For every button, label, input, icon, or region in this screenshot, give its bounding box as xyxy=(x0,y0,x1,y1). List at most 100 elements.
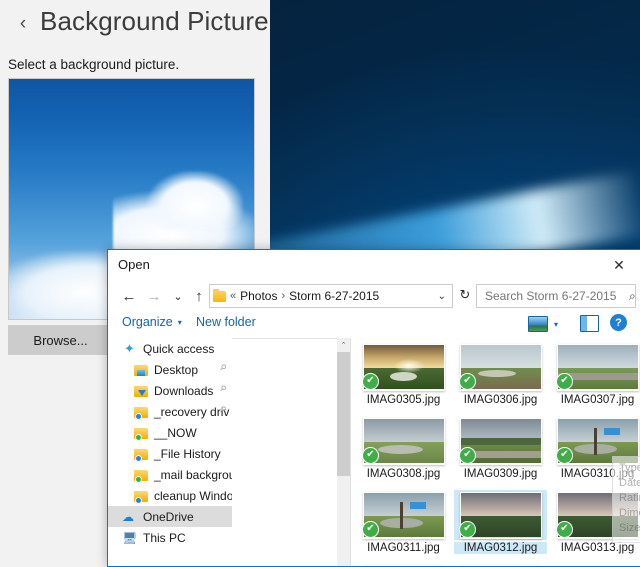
file-tile[interactable]: ✔ IMAG0310.jpg xyxy=(551,416,640,488)
sidebar-item-file-history[interactable]: _File History xyxy=(108,443,232,464)
breadcrumb-overflow[interactable]: « xyxy=(230,290,236,302)
sidebar-item-label: OneDrive xyxy=(143,509,194,524)
address-breadcrumb-bar[interactable]: « Photos › Storm 6-27-2015 ⌄ xyxy=(209,284,453,308)
chevron-down-icon[interactable]: ⌄ xyxy=(438,291,446,302)
file-name-label: IMAG0306.jpg xyxy=(463,394,538,406)
file-tile[interactable]: ✔ IMAG0308.jpg xyxy=(357,416,450,488)
folder-blue-icon xyxy=(134,449,148,462)
preview-pane-icon[interactable] xyxy=(580,315,599,332)
thumbnail-wrapper: ✔ xyxy=(551,416,640,466)
checkmark-icon[interactable]: ✔ xyxy=(459,373,476,390)
back-arrow-icon[interactable]: ← xyxy=(118,285,140,307)
sidebar-item-label: This PC xyxy=(143,530,186,545)
navigation-sidebar: ✦ Quick access Desktop ⚲ Downloads ⚲ _recovery… xyxy=(108,338,232,566)
sidebar-item-quick-access[interactable]: ✦ Quick access xyxy=(108,338,232,359)
sidebar-item-now[interactable]: __NOW xyxy=(108,422,232,443)
file-tile[interactable]: ✔ IMAG0307.jpg xyxy=(551,342,640,414)
thumbnail-wrapper: ✔ xyxy=(357,342,450,392)
folder-downloads-icon xyxy=(134,386,148,397)
file-tile[interactable]: ✔IMAG0315.jpg xyxy=(454,564,547,566)
file-tile[interactable]: ✔ IMAG0311.jpg xyxy=(357,490,450,562)
navigation-row: ← → ⌄ ↑ « Photos › Storm 6-27-2015 ⌄ ↻ ⌕ xyxy=(108,281,640,311)
file-thumbnail xyxy=(459,565,542,566)
checkmark-icon[interactable]: ✔ xyxy=(459,447,476,464)
breadcrumb-photos[interactable]: Photos xyxy=(240,289,277,303)
folder-sync-icon xyxy=(134,428,148,441)
breadcrumb-separator: › xyxy=(281,290,286,302)
file-name-label: IMAG0313.jpg xyxy=(560,542,635,554)
sidebar-item-this-pc[interactable]: 🖥 This PC xyxy=(108,527,232,548)
help-icon[interactable]: ? xyxy=(610,314,627,331)
sidebar-item-label: _mail background xyxy=(154,467,232,482)
file-name-label: IMAG0311.jpg xyxy=(367,542,440,554)
file-thumbnail xyxy=(362,565,445,566)
breadcrumb-current-folder[interactable]: Storm 6-27-2015 xyxy=(289,289,379,303)
thumbnail-wrapper: ✔ xyxy=(551,342,640,392)
pin-icon[interactable]: ⚲ xyxy=(218,362,229,373)
thumbnail-wrapper: ✔ xyxy=(454,342,547,392)
folder-icon xyxy=(213,288,226,302)
sidebar-item-downloads[interactable]: Downloads ⚲ xyxy=(108,380,232,401)
cloud-shape xyxy=(147,171,243,229)
scrollbar-thumb[interactable] xyxy=(337,352,350,476)
settings-header: ‹ Background Picture xyxy=(0,0,270,48)
thumbnail-wrapper: ✔ xyxy=(357,564,450,566)
folder-blue-icon xyxy=(134,491,148,504)
file-name-label: IMAG0308.jpg xyxy=(366,468,441,480)
sidebar-item-label: __NOW xyxy=(154,425,197,440)
file-tile[interactable]: ✔IMAG0314.jpg xyxy=(357,564,450,566)
checkmark-icon[interactable]: ✔ xyxy=(556,521,573,538)
page-title: Background Picture xyxy=(40,6,269,36)
search-icon[interactable]: ⌕ xyxy=(629,289,636,304)
thumbnail-wrapper: ✔ xyxy=(454,564,547,566)
sidebar-item-onedrive[interactable]: ☁ OneDrive xyxy=(108,506,232,527)
checkmark-icon[interactable]: ✔ xyxy=(556,447,573,464)
sidebar-item-cleanup-window[interactable]: cleanup Window xyxy=(108,485,232,506)
thumbnail-wrapper: ✔ xyxy=(454,490,547,540)
sidebar-item-label: Downloads xyxy=(154,383,214,398)
folder-desktop-icon xyxy=(134,365,148,376)
refresh-icon[interactable]: ↻ xyxy=(455,285,475,305)
file-name-label: IMAG0310.jpg xyxy=(560,468,635,480)
view-options-icon[interactable] xyxy=(528,316,548,332)
file-tile[interactable]: ✔ IMAG0313.jpg xyxy=(551,490,640,562)
forward-arrow-icon[interactable]: → xyxy=(143,285,165,307)
file-name-label: IMAG0307.jpg xyxy=(560,394,635,406)
recent-locations-icon[interactable]: ⌄ xyxy=(167,285,189,307)
computer-icon: 🖥 xyxy=(122,530,138,545)
checkmark-icon[interactable]: ✔ xyxy=(459,521,476,538)
file-tile[interactable]: ✔ IMAG0305.jpg xyxy=(357,342,450,414)
dialog-titlebar: Open ✕ xyxy=(108,250,640,281)
cloud-icon: ☁ xyxy=(122,509,134,524)
search-box[interactable]: ⌕ xyxy=(476,284,636,308)
scroll-up-icon[interactable]: ⌃ xyxy=(337,338,350,351)
up-arrow-icon[interactable]: ↑ xyxy=(188,285,210,307)
organize-button[interactable]: Organize ▾ xyxy=(122,315,182,329)
chevron-down-icon: ▾ xyxy=(177,317,182,327)
sidebar-item-recovery-driv[interactable]: _recovery driv ⚲ xyxy=(108,401,232,422)
file-tile[interactable]: ✔ IMAG0306.jpg xyxy=(454,342,547,414)
file-name-label: IMAG0309.jpg xyxy=(463,468,538,480)
folder-blue-icon xyxy=(134,407,148,420)
pin-icon[interactable]: ⚲ xyxy=(218,383,229,394)
checkmark-icon[interactable]: ✔ xyxy=(556,373,573,390)
new-folder-button[interactable]: New folder xyxy=(196,315,256,329)
file-tile[interactable]: ✔ IMAG0312.jpg xyxy=(454,490,547,562)
checkmark-icon[interactable]: ✔ xyxy=(362,521,379,538)
back-icon[interactable]: ‹ xyxy=(12,13,34,35)
checkmark-icon[interactable]: ✔ xyxy=(362,373,379,390)
checkmark-icon[interactable]: ✔ xyxy=(362,447,379,464)
file-tile[interactable]: ✔ IMAG0309.jpg xyxy=(454,416,547,488)
chevron-down-icon[interactable]: ▾ xyxy=(554,320,558,329)
sidebar-item-mail-background[interactable]: _mail background xyxy=(108,464,232,485)
search-input[interactable] xyxy=(483,288,629,304)
browse-button[interactable]: Browse... xyxy=(8,325,113,355)
file-name-label: IMAG0312.jpg xyxy=(454,542,547,554)
close-icon[interactable]: ✕ xyxy=(597,250,640,280)
folder-sync-icon xyxy=(134,470,148,483)
sidebar-scrollbar[interactable]: ⌃ xyxy=(337,338,350,566)
thumbnail-wrapper: ✔ xyxy=(357,490,450,540)
sidebar-item-desktop[interactable]: Desktop ⚲ xyxy=(108,359,232,380)
file-thumbnail-grid: ✔ IMAG0305.jpg ✔ IMAG0306.jpg ✔ IMAG0307.jpg ✔… xyxy=(351,338,640,566)
dialog-toolbar: Organize ▾ New folder ▾ ? xyxy=(108,311,640,339)
